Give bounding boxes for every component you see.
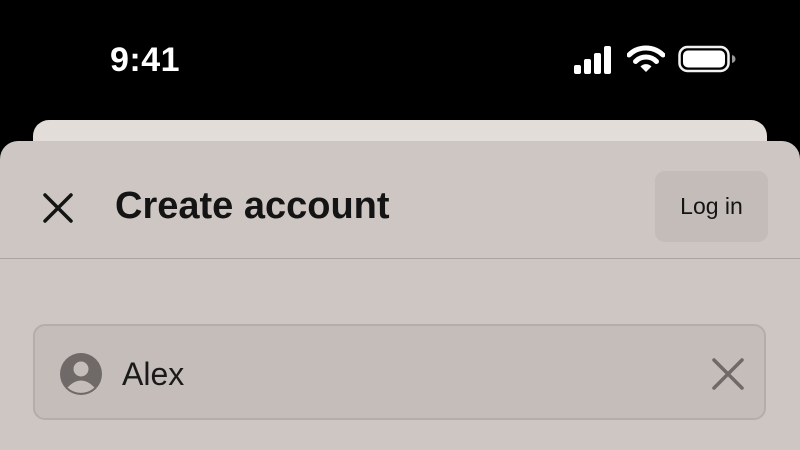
cellular-signal-icon — [574, 46, 611, 74]
clear-button[interactable] — [706, 352, 750, 396]
status-icons — [574, 44, 744, 78]
page-title: Create account — [115, 185, 390, 227]
battery-icon — [678, 45, 736, 73]
login-button[interactable]: Log in — [655, 171, 768, 242]
close-icon — [43, 193, 73, 223]
name-input[interactable] — [122, 350, 682, 398]
header-divider — [0, 258, 800, 259]
close-button[interactable] — [36, 186, 80, 230]
app-screen: 9:41 Create account Log in — [0, 0, 800, 450]
clear-icon — [712, 358, 744, 390]
person-icon — [60, 353, 102, 395]
wifi-icon — [627, 45, 665, 72]
status-time: 9:41 — [110, 41, 181, 79]
